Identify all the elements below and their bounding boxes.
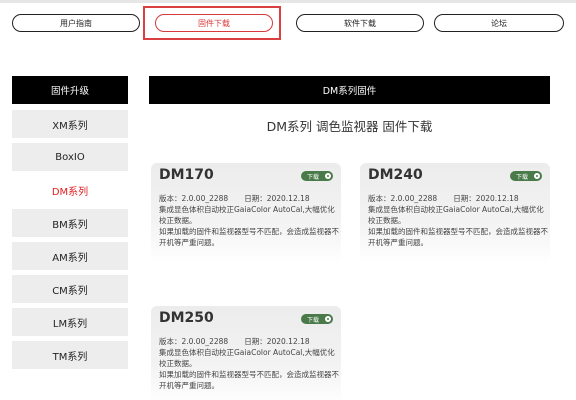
top-navigation: 用户指南 固件下载 软件下载 论坛 bbox=[0, 0, 576, 44]
card-version: 版本：2.0.00_2288 bbox=[159, 194, 229, 203]
download-icon bbox=[325, 316, 331, 322]
download-button[interactable]: 下载 bbox=[301, 314, 333, 324]
download-label: 下载 bbox=[307, 173, 320, 181]
nav-user-guide[interactable]: 用户指南 bbox=[12, 14, 140, 32]
card-version: 版本：2.0.00_2288 bbox=[159, 337, 229, 346]
firmware-card-dm170: DM170 下载 版本：2.0.00_2288 日期：2020.12.18 集成显… bbox=[151, 163, 341, 263]
download-label: 下载 bbox=[516, 173, 529, 181]
card-description-block: 集成显色体积自动校正GaiaColor AutoCal,大幅优化校正数据。 如果… bbox=[159, 347, 339, 391]
sidebar-item-am[interactable]: AM系列 bbox=[12, 242, 128, 270]
download-label: 下载 bbox=[307, 316, 320, 324]
card-description: 集成显色体积自动校正GaiaColor AutoCal,大幅优化校正数据。 bbox=[368, 205, 544, 225]
card-model-title: DM240 bbox=[368, 167, 423, 183]
card-date: 日期：2020.12.18 bbox=[244, 337, 310, 346]
download-button[interactable]: 下载 bbox=[510, 171, 542, 181]
card-meta: 版本：2.0.00_2288 日期：2020.12.18 bbox=[159, 193, 310, 204]
sidebar-item-lm[interactable]: LM系列 bbox=[12, 308, 128, 336]
sidebar: 固件升级 XM系列 BoxIO DM系列 BM系列 AM系列 CM系列 LM系列… bbox=[12, 76, 128, 369]
card-description: 集成显色体积自动校正GaiaColor AutoCal,大幅优化校正数据。 bbox=[159, 348, 335, 368]
sidebar-item-bm[interactable]: BM系列 bbox=[12, 209, 128, 237]
card-warning: 如果加载的固件和监视器型号不匹配，会造成监视器不开机等严重问题。 bbox=[368, 227, 548, 247]
sidebar-header: 固件升级 bbox=[12, 76, 128, 104]
firmware-card-dm240: DM240 下载 版本：2.0.00_2288 日期：2020.12.18 集成显… bbox=[360, 163, 550, 263]
card-warning: 如果加载的固件和监视器型号不匹配，会造成监视器不开机等严重问题。 bbox=[159, 227, 339, 247]
download-button[interactable]: 下载 bbox=[301, 171, 333, 181]
nav-firmware-download[interactable]: 固件下载 bbox=[155, 14, 273, 32]
card-date: 日期：2020.12.18 bbox=[453, 194, 519, 203]
firmware-card-dm250: DM250 下载 版本：2.0.00_2288 日期：2020.12.18 集成显… bbox=[151, 306, 341, 400]
card-model-title: DM250 bbox=[159, 310, 214, 326]
card-meta: 版本：2.0.00_2288 日期：2020.12.18 bbox=[368, 193, 519, 204]
download-icon bbox=[534, 173, 540, 179]
nav-forum[interactable]: 论坛 bbox=[434, 14, 564, 32]
card-description-block: 集成显色体积自动校正GaiaColor AutoCal,大幅优化校正数据。 如果… bbox=[159, 204, 339, 248]
sidebar-item-xm[interactable]: XM系列 bbox=[12, 110, 128, 138]
card-warning: 如果加载的固件和监视器型号不匹配，会造成监视器不开机等严重问题。 bbox=[159, 370, 339, 390]
page-title: DM系列 调色监视器 固件下载 bbox=[266, 119, 433, 134]
card-description: 集成显色体积自动校正GaiaColor AutoCal,大幅优化校正数据。 bbox=[159, 205, 335, 225]
card-version: 版本：2.0.00_2288 bbox=[368, 194, 438, 203]
sidebar-item-boxio[interactable]: BoxIO bbox=[12, 143, 128, 171]
card-date: 日期：2020.12.18 bbox=[244, 194, 310, 203]
card-description-block: 集成显色体积自动校正GaiaColor AutoCal,大幅优化校正数据。 如果… bbox=[368, 204, 548, 248]
card-meta: 版本：2.0.00_2288 日期：2020.12.18 bbox=[159, 336, 310, 347]
card-model-title: DM170 bbox=[159, 167, 214, 183]
sidebar-item-cm[interactable]: CM系列 bbox=[12, 275, 128, 303]
nav-software-download[interactable]: 软件下载 bbox=[296, 14, 424, 32]
main-header-bar: DM系列固件 bbox=[149, 76, 550, 104]
sidebar-item-dm[interactable]: DM系列 bbox=[12, 176, 128, 204]
sidebar-item-tm[interactable]: TM系列 bbox=[12, 341, 128, 369]
download-icon bbox=[325, 173, 331, 179]
